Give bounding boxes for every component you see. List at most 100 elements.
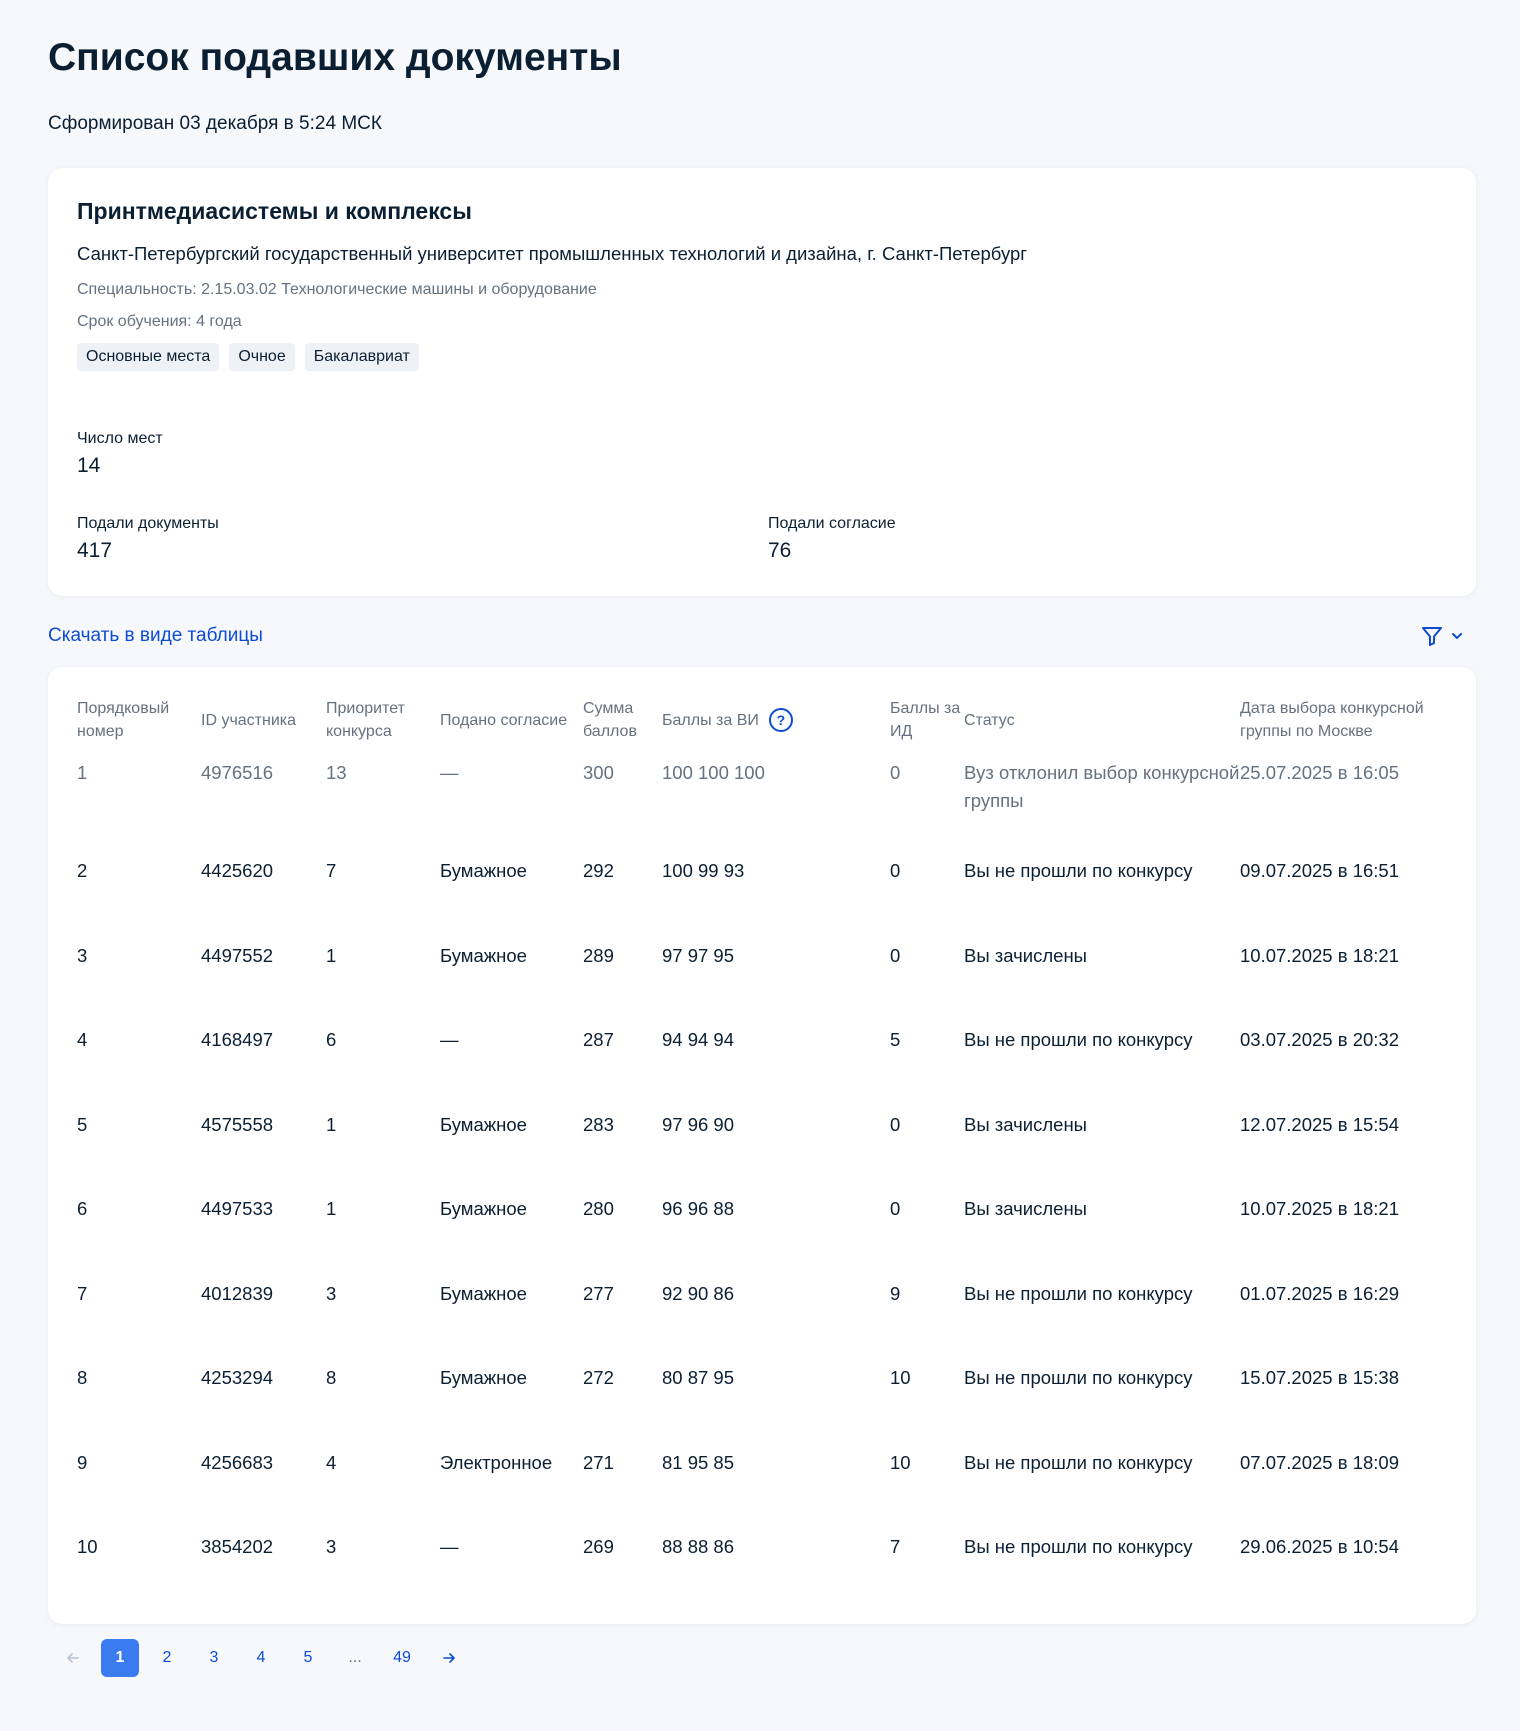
cell-sum: 289 bbox=[583, 944, 614, 966]
tag-places: Основные места bbox=[77, 343, 220, 371]
cell-vi: 80 87 95 bbox=[662, 1367, 735, 1388]
cell-id-points: 0 bbox=[890, 762, 901, 783]
cell-date: 01.07.2025 в 16:29 bbox=[1240, 1282, 1399, 1304]
page-button-2[interactable]: 2 bbox=[148, 1639, 186, 1677]
cell-priority: 3 bbox=[326, 1282, 337, 1304]
cell-num: 4 bbox=[77, 1029, 88, 1050]
cell-date: 15.07.2025 в 15:38 bbox=[1240, 1367, 1399, 1388]
cell-date: 03.07.2025 в 20:32 bbox=[1240, 1029, 1399, 1050]
cell-vi: 81 95 85 bbox=[662, 1451, 735, 1473]
cell-consent: Электронное bbox=[440, 1451, 553, 1473]
cell-date: 25.07.2025 в 16:05 bbox=[1240, 762, 1399, 783]
stat-places: Число мест 14 bbox=[77, 430, 163, 478]
tag-level: Бакалавриат bbox=[304, 343, 419, 371]
cell-id: 4575558 bbox=[201, 1113, 274, 1135]
header-vi-label: Баллы за ВИ bbox=[662, 711, 759, 729]
cell-consent: Бумажное bbox=[440, 944, 527, 966]
cell-date: 09.07.2025 в 16:51 bbox=[1240, 860, 1399, 881]
download-table-link[interactable]: Скачать в виде таблицы bbox=[48, 625, 263, 647]
cell-id-points: 0 bbox=[890, 1113, 901, 1135]
arrow-left-icon bbox=[67, 1653, 79, 1663]
stat-places-label: Число мест bbox=[77, 430, 163, 447]
cell-id-points: 0 bbox=[890, 1198, 901, 1219]
cell-date: 10.07.2025 в 18:21 bbox=[1240, 1198, 1399, 1219]
stat-places-value: 14 bbox=[77, 454, 101, 477]
table-row: 7 4012839 3 Бумажное 277 92 90 86 9 Вы н… bbox=[48, 1258, 1476, 1343]
generated-timestamp: Сформирован 03 декабря в 5:24 МСК bbox=[48, 113, 382, 134]
stat-consent-value: 76 bbox=[768, 539, 792, 562]
page-ellipsis: ... bbox=[348, 1649, 362, 1666]
cell-id: 4012839 bbox=[201, 1282, 274, 1304]
cell-status: Вы не прошли по конкурсу bbox=[964, 1282, 1193, 1304]
cell-priority: 1 bbox=[326, 944, 337, 966]
cell-priority: 1 bbox=[326, 1198, 337, 1219]
arrow-right-icon bbox=[443, 1653, 455, 1663]
page-button-5[interactable]: 5 bbox=[289, 1639, 327, 1677]
table-row: 3 4497552 1 Бумажное 289 97 97 95 0 Вы з… bbox=[48, 920, 1476, 1005]
cell-priority: 7 bbox=[326, 860, 337, 881]
table-row: 4 4168497 6 — 287 94 94 94 5 Вы не прошл… bbox=[48, 1004, 1476, 1089]
cell-num: 3 bbox=[77, 944, 88, 966]
page-button-4[interactable]: 4 bbox=[242, 1639, 280, 1677]
cell-id: 4497533 bbox=[201, 1198, 274, 1219]
results-table: Порядковый номер ID участника Приоритет … bbox=[48, 697, 1476, 1596]
cell-priority: 4 bbox=[326, 1451, 337, 1473]
prev-page-button[interactable] bbox=[54, 1639, 92, 1677]
page-title: Список подавших документы bbox=[48, 36, 622, 79]
cell-id: 4425620 bbox=[201, 860, 274, 881]
header-status: Статус bbox=[964, 711, 1015, 729]
cell-priority: 13 bbox=[326, 762, 347, 783]
cell-status: Вы не прошли по конкурсу bbox=[964, 1451, 1193, 1473]
filter-icon bbox=[1420, 624, 1444, 648]
table-row: 1 4976516 13 — 300 100 100 100 0 Вуз отк… bbox=[48, 743, 1476, 835]
page-button-3[interactable]: 3 bbox=[195, 1639, 233, 1677]
cell-consent: Бумажное bbox=[440, 860, 527, 881]
header-id-points: Баллы за ИД bbox=[890, 700, 961, 740]
table-row: 5 4575558 1 Бумажное 283 97 96 90 0 Вы з… bbox=[48, 1089, 1476, 1174]
next-page-button[interactable] bbox=[430, 1639, 468, 1677]
stat-consent-label: Подали согласие bbox=[768, 515, 896, 532]
page-button-1[interactable]: 1 bbox=[101, 1639, 139, 1677]
stat-docs: Подали документы 417 bbox=[77, 515, 219, 563]
cell-id-points: 10 bbox=[890, 1451, 911, 1473]
page-button-49[interactable]: 49 bbox=[383, 1639, 421, 1677]
cell-date: 10.07.2025 в 18:21 bbox=[1240, 944, 1399, 966]
cell-status: Вы не прошли по конкурсу bbox=[964, 1536, 1193, 1557]
cell-id-points: 0 bbox=[890, 944, 901, 966]
cell-num: 7 bbox=[77, 1282, 88, 1304]
cell-priority: 6 bbox=[326, 1029, 337, 1050]
tag-form: Очное bbox=[229, 343, 295, 371]
header-vi: Баллы за ВИ ? bbox=[662, 697, 890, 743]
filter-button[interactable] bbox=[1420, 624, 1464, 648]
help-icon[interactable]: ? bbox=[768, 708, 793, 732]
cell-id: 4976516 bbox=[201, 762, 274, 783]
cell-consent: — bbox=[440, 762, 459, 783]
cell-id: 4253294 bbox=[201, 1367, 274, 1388]
header-consent: Подано согласие bbox=[440, 711, 568, 729]
table-row: 10 3854202 3 — 269 88 88 86 7 Вы не прош… bbox=[48, 1511, 1476, 1596]
cell-num: 10 bbox=[77, 1536, 98, 1557]
cell-status: Вы не прошли по конкурсу bbox=[964, 860, 1193, 881]
cell-id: 4256683 bbox=[201, 1451, 274, 1473]
cell-sum: 277 bbox=[583, 1282, 614, 1304]
header-date: Дата выбора конкурсной группы по Москве bbox=[1240, 700, 1424, 740]
cell-consent: Бумажное bbox=[440, 1198, 527, 1219]
cell-num: 1 bbox=[77, 762, 88, 783]
cell-sum: 271 bbox=[583, 1451, 614, 1473]
university-name: Санкт-Петербургский государственный унив… bbox=[77, 243, 1028, 264]
table-row: 9 4256683 4 Электронное 271 81 95 85 10 … bbox=[48, 1427, 1476, 1512]
cell-status: Вы зачислены bbox=[964, 1198, 1087, 1219]
cell-vi: 88 88 86 bbox=[662, 1536, 735, 1557]
cell-id: 4497552 bbox=[201, 944, 274, 966]
stat-docs-value: 417 bbox=[77, 539, 113, 562]
cell-consent: Бумажное bbox=[440, 1113, 527, 1135]
cell-vi: 100 100 100 bbox=[662, 762, 765, 783]
cell-priority: 1 bbox=[326, 1113, 337, 1135]
cell-consent: — bbox=[440, 1536, 459, 1557]
header-priority: Приоритет конкурса bbox=[326, 700, 405, 740]
header-sum: Сумма баллов bbox=[583, 700, 637, 740]
cell-id-points: 5 bbox=[890, 1029, 901, 1050]
cell-id: 3854202 bbox=[201, 1536, 274, 1557]
cell-consent: — bbox=[440, 1029, 459, 1050]
cell-sum: 283 bbox=[583, 1113, 614, 1135]
